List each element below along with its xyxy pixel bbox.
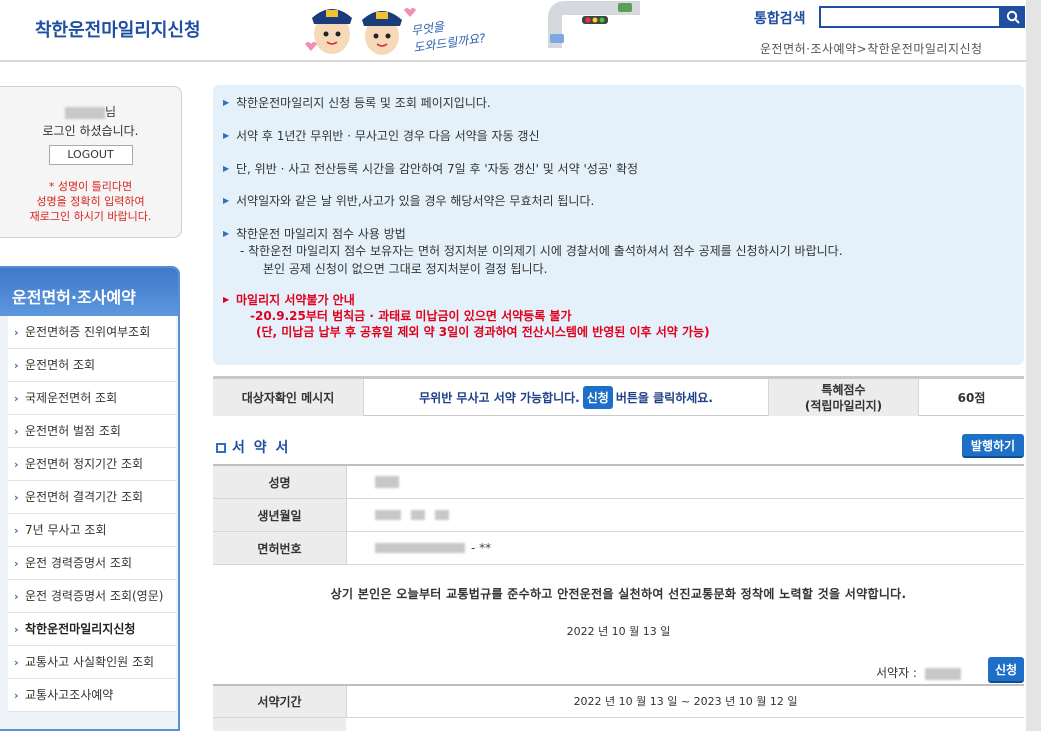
logout-button[interactable]: LOGOUT — [48, 145, 133, 165]
menu-item-driving-career[interactable]: 운전 경력증명서 조회 — [8, 547, 176, 580]
bonus-points-value: 60점 — [918, 379, 1024, 416]
side-menu-title: 운전면허·조사예약 — [0, 268, 178, 316]
eligibility-message-label: 대상자확인 메시지 — [213, 379, 363, 416]
license-number-suffix: - ** — [471, 541, 492, 555]
login-name-suffix: 님 — [104, 105, 117, 119]
apply-chip: 신청 — [582, 386, 613, 409]
bonus-points-label-line-2: (적립마일리지) — [804, 398, 883, 413]
empty-label-cell — [213, 718, 346, 731]
search-icon — [1006, 10, 1020, 24]
name-label: 성명 — [213, 466, 346, 498]
police-mascots-image — [305, 8, 416, 55]
pledge-title: 서 약 서 — [216, 437, 290, 457]
pledge-statement: 상기 본인은 오늘부터 교통법규를 준수하고 안전운전을 실천하여 선진교통문화… — [330, 587, 907, 601]
birthdate-value — [346, 499, 1024, 531]
info-line-5-sub-2: 본인 공제 신청이 없으면 그대로 정지처분이 결정 됩니다. — [263, 262, 548, 276]
header-divider — [0, 60, 1026, 62]
eligibility-text-after: 버튼을 클릭하세요. — [615, 391, 713, 405]
table-row: 성명 — [213, 466, 1024, 499]
info-line-4: 서약일자와 같은 날 위반,사고가 있을 경우 해당서약은 무효처리 됩니다. — [223, 193, 1024, 209]
masked-birth-month — [411, 510, 425, 520]
info-line-5-sub-1: - 착한운전 마일리지 점수 보유자는 면허 정지처분 이의제기 시에 경찰서에… — [240, 244, 843, 258]
bonus-points-label-line-1: 특혜점수 — [821, 382, 866, 397]
table-row: 생년월일 — [213, 499, 1024, 532]
login-status: 로그인 하셨습니다. — [42, 124, 139, 138]
info-line-6-sub-1: -20.9.25부터 범칙금 · 과태료 미납금이 있으면 서약등록 불가 — [250, 309, 572, 323]
side-menu: 운전면허·조사예약 운전면허증 진위여부조회 운전면허 조회 국제운전면허 조회… — [0, 266, 180, 731]
menu-item-license-lookup[interactable]: 운전면허 조회 — [8, 349, 176, 382]
birthdate-label: 생년월일 — [213, 499, 346, 531]
login-warning-line-2: 성명을 정확히 입력하여 — [36, 195, 145, 208]
eligibility-message-table: 대상자확인 메시지 무위반 무사고 서약 가능합니다. 신청 버튼을 클릭하세요… — [213, 376, 1024, 416]
eligibility-message-text: 무위반 무사고 서약 가능합니다. 신청 버튼을 클릭하세요. — [363, 379, 768, 416]
login-warning-line-1: * 성명이 틀리다면 — [48, 180, 133, 193]
header: 착한운전마일리지신청 무엇을 도와드릴까요? 통합검색 운전면허·조사예약>착한… — [0, 0, 1026, 60]
name-value — [346, 466, 1024, 498]
pledge-period-label: 서약기간 — [213, 686, 346, 717]
menu-item-suspension-period[interactable]: 운전면허 정지기간 조회 — [8, 448, 176, 481]
pledge-period-value: 2022 년 10 월 13 일 ~ 2023 년 10 월 12 일 — [346, 686, 1024, 717]
window-edge — [1026, 0, 1041, 731]
menu-item-good-driving-mileage[interactable]: 착한운전마일리지신청 — [8, 613, 176, 646]
license-number-label: 면허번호 — [213, 532, 346, 564]
info-line-2: 서약 후 1년간 무위반 · 무사고인 경우 다음 서약을 자동 갱신 — [223, 128, 1024, 144]
page: 착한운전마일리지신청 무엇을 도와드릴까요? 통합검색 운전면허·조사예약>착한… — [0, 0, 1026, 731]
signer-label: 서약자 : — [876, 666, 917, 680]
login-user: 님 — [0, 103, 181, 120]
menu-item-license-authenticity[interactable]: 운전면허증 진위여부조회 — [8, 316, 176, 349]
pledge-period-table: 서약기간 2022 년 10 월 13 일 ~ 2023 년 10 월 12 일 — [213, 684, 1024, 731]
road-illustration — [548, 1, 640, 48]
masked-birth-day — [435, 510, 449, 520]
menu-item-disqualification-period[interactable]: 운전면허 결격기간 조회 — [8, 481, 176, 514]
info-line-5: 착한운전 마일리지 점수 사용 방법 — [223, 226, 1024, 242]
pledge-date: 2022 년 10 월 13 일 — [566, 625, 671, 638]
table-row — [213, 718, 1024, 731]
signer: 서약자 : — [876, 664, 961, 681]
search-label: 통합검색 — [754, 11, 806, 27]
mascot-speech-text: 무엇을 도와드릴까요? — [410, 13, 487, 57]
login-warning-line-3: 재로그인 하시기 바랍니다. — [29, 210, 152, 223]
menu-item-accident-investigation[interactable]: 교통사고조사예약 — [8, 679, 176, 712]
masked-birth-year — [375, 510, 401, 520]
bonus-points-label: 특혜점수 (적립마일리지) — [768, 379, 918, 416]
login-box: 님 로그인 하셨습니다. LOGOUT * 성명이 틀리다면 성명을 정확히 입… — [0, 86, 182, 238]
side-menu-list: 운전면허증 진위여부조회 운전면허 조회 국제운전면허 조회 운전면허 벌점 조… — [8, 316, 176, 712]
search-input[interactable] — [819, 6, 1001, 28]
apply-button[interactable]: 신청 — [988, 657, 1024, 683]
eligibility-text-before: 무위반 무사고 서약 가능합니다. — [419, 391, 580, 405]
issue-button[interactable]: 발행하기 — [962, 434, 1024, 458]
info-box: 착한운전마일리지 신청 등록 및 조회 페이지입니다. 서약 후 1년간 무위반… — [213, 85, 1024, 365]
breadcrumb: 운전면허·조사예약>착한운전마일리지신청 — [760, 42, 983, 56]
pledge-info-table: 성명 생년월일 면허번호 - ** — [213, 464, 1024, 565]
user-name-masked — [64, 106, 105, 119]
login-warning: * 성명이 틀리다면 성명을 정확히 입력하여 재로그인 하시기 바랍니다. — [0, 179, 181, 224]
menu-item-7year-no-accident[interactable]: 7년 무사고 조회 — [8, 514, 176, 547]
menu-item-international-license[interactable]: 국제운전면허 조회 — [8, 382, 176, 415]
menu-item-driving-career-english[interactable]: 운전 경력증명서 조회(영문) — [8, 580, 176, 613]
info-line-6: 마일리지 서약불가 안내 — [223, 292, 1024, 308]
menu-item-accident-certificate[interactable]: 교통사고 사실확인원 조회 — [8, 646, 176, 679]
menu-item-penalty-points[interactable]: 운전면허 벌점 조회 — [8, 415, 176, 448]
info-line-6-sub-2: (단, 미납금 납부 후 공휴일 제외 약 3일이 경과하여 전산시스템에 반영… — [256, 325, 710, 339]
pledge-title-text: 서 약 서 — [232, 440, 291, 456]
table-row: 서약기간 2022 년 10 월 13 일 ~ 2023 년 10 월 12 일 — [213, 686, 1024, 718]
table-row: 면허번호 - ** — [213, 532, 1024, 565]
search-button[interactable] — [1001, 6, 1025, 28]
info-line-1: 착한운전마일리지 신청 등록 및 조회 페이지입니다. — [223, 95, 1024, 111]
masked-license-number — [375, 543, 465, 553]
masked-signer-name — [924, 667, 961, 680]
license-number-value: - ** — [346, 532, 1024, 564]
site-title[interactable]: 착한운전마일리지신청 — [35, 16, 201, 42]
info-line-3: 단, 위반 · 사고 전산등록 시간을 감안하여 7일 후 '자동 갱신' 및 … — [223, 161, 1024, 177]
masked-name — [375, 476, 399, 488]
square-bullet-icon — [216, 443, 226, 453]
